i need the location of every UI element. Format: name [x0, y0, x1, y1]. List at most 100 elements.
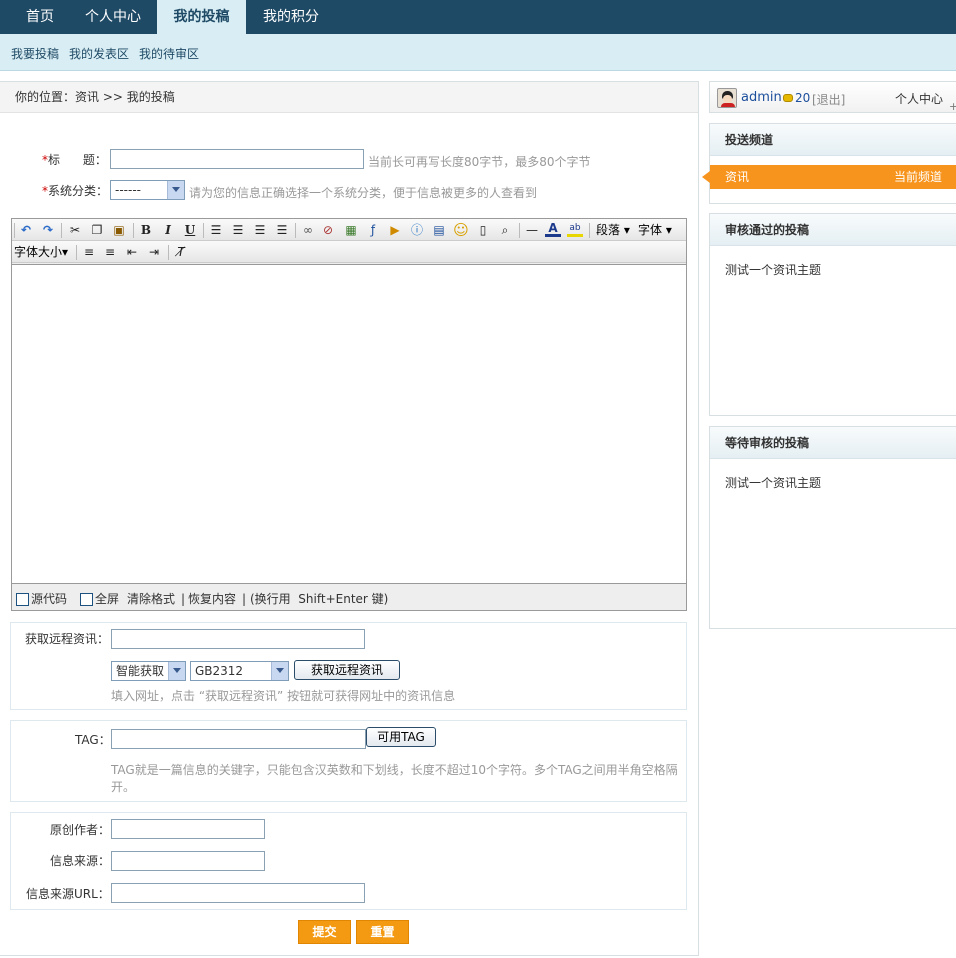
subnav-submit[interactable]: 我要投稿 — [11, 45, 59, 62]
link-icon[interactable]: ∞ — [300, 222, 316, 238]
channel-panel: 投送频道 资讯 当前频道 — [702, 123, 956, 204]
remove-format-icon[interactable]: T̸ — [173, 244, 189, 260]
source-code-label[interactable]: 源代码 — [31, 588, 67, 610]
paragraph-dropdown[interactable]: 段落 ▾ — [596, 222, 630, 238]
subnav-published[interactable]: 我的发表区 — [69, 45, 129, 62]
remote-url-input[interactable] — [111, 629, 365, 649]
title-input[interactable] — [110, 149, 364, 169]
source-input[interactable] — [111, 851, 265, 871]
editor-content-area[interactable] — [12, 264, 686, 584]
breadcrumb: 你的位置：资讯 >> 我的投稿 — [0, 82, 698, 113]
ordered-list-icon[interactable]: ≡ — [81, 244, 97, 260]
align-left-icon[interactable]: ☰ — [208, 222, 224, 238]
editor-toolbar-row-2: 字体大小▾ ≡ ≡ ⇤ ⇥ T̸ — [12, 241, 686, 263]
flash-icon[interactable]: ƒ — [365, 222, 381, 238]
table-icon[interactable]: ▤ — [431, 222, 447, 238]
author-input[interactable] — [111, 819, 265, 839]
remote-hint: 填入网址，点击 “获取远程资讯” 按钮就可获得网址中的资讯信息 — [111, 689, 456, 703]
bold-icon[interactable]: B — [138, 222, 154, 238]
editor-toolbar-row-1: ↶ ↷ ✂ ❐ ▣ B I U ☰ ☰ ☰ ☰ ∞ ⊘ ▦ ƒ ▶ ⓘ ▤ ☺ … — [12, 219, 686, 241]
undo-icon[interactable]: ↶ — [18, 222, 34, 238]
cut-icon[interactable]: ✂ — [67, 222, 83, 238]
align-center-icon[interactable]: ☰ — [230, 222, 246, 238]
source-url-label: 信息来源URL： — [26, 887, 110, 901]
restore-content-link[interactable]: 恢复内容 — [188, 588, 236, 610]
reset-button[interactable]: 重置 — [356, 920, 409, 944]
editor-tip: (换行用 Shift+Enter 键) — [250, 592, 389, 606]
username-link[interactable]: admin — [741, 90, 782, 105]
paste-icon[interactable]: ▣ — [111, 222, 127, 238]
category-hint: 请为您的信息正确选择一个系统分类，便于信息被更多的人查看到 — [189, 186, 538, 200]
tab-my-submissions[interactable]: 我的投稿 — [157, 0, 246, 34]
author-label: 原创作者： — [50, 823, 111, 837]
media-icon[interactable]: ▶ — [387, 222, 403, 238]
top-nav: 首页 个人中心 我的投稿 我的积分 — [0, 0, 956, 34]
image-icon[interactable]: ▦ — [343, 222, 359, 238]
copy-icon[interactable]: ❐ — [89, 222, 105, 238]
submit-button[interactable]: 提交 — [298, 920, 351, 944]
clear-format-link[interactable]: 清除格式 — [127, 588, 175, 610]
pointer-arrow-icon — [702, 171, 710, 183]
sub-nav: 我要投稿 我的发表区 我的待审区 — [0, 34, 956, 71]
channel-current-label: 当前频道 — [893, 170, 942, 184]
fetch-remote-button[interactable]: 获取远程资讯 — [294, 660, 400, 680]
pending-item[interactable]: 测试一个资讯主题 — [725, 474, 821, 491]
rich-text-editor: ↶ ↷ ✂ ❐ ▣ B I U ☰ ☰ ☰ ☰ ∞ ⊘ ▦ ƒ ▶ ⓘ ▤ ☺ … — [11, 218, 687, 611]
info-icon[interactable]: ⓘ — [409, 222, 425, 238]
subnav-pending[interactable]: 我的待审区 — [139, 45, 199, 62]
fetch-mode-select[interactable]: 智能获取 — [111, 661, 186, 681]
chevron-down-icon — [168, 662, 185, 680]
pending-panel: 等待审核的投稿 测试一个资讯主题 — [709, 426, 956, 629]
points-value: 20 — [795, 91, 811, 105]
align-justify-icon[interactable]: ☰ — [274, 222, 290, 238]
user-bar: admin 20 [退出] 个人中心 + — [709, 81, 956, 113]
logout-link[interactable]: [退出] — [812, 91, 845, 108]
font-size-dropdown[interactable]: 字体大小▾ — [14, 244, 68, 260]
horizontal-rule-icon[interactable]: — — [524, 222, 540, 238]
indent-icon[interactable]: ⇥ — [146, 244, 162, 260]
remote-url-label: 获取远程资讯： — [25, 632, 110, 646]
channel-name: 资讯 — [725, 170, 750, 184]
fullscreen-label[interactable]: 全屏 — [95, 588, 119, 610]
chevron-down-icon — [167, 181, 184, 199]
plus-icon[interactable]: + — [949, 100, 956, 113]
approved-item[interactable]: 测试一个资讯主题 — [725, 261, 821, 278]
title-hint: 当前长可再写长度80字节，最多80个字节 — [368, 155, 591, 169]
avatar — [717, 88, 737, 108]
search-icon[interactable]: ⌕ — [497, 222, 513, 238]
tab-user-center[interactable]: 个人中心 — [76, 0, 150, 34]
italic-icon[interactable]: I — [160, 222, 176, 238]
title-label: *标 题： — [42, 153, 107, 167]
category-select[interactable]: ------ — [110, 180, 185, 200]
unordered-list-icon[interactable]: ≡ — [102, 244, 118, 260]
user-center-link[interactable]: 个人中心 — [895, 90, 943, 107]
tag-label: TAG： — [75, 733, 111, 747]
encoding-select[interactable]: GB2312 — [190, 661, 289, 681]
font-color-icon[interactable]: A — [545, 222, 561, 237]
outdent-icon[interactable]: ⇤ — [124, 244, 140, 260]
pending-header: 等待审核的投稿 — [710, 427, 956, 459]
tab-home[interactable]: 首页 — [10, 0, 70, 34]
highlight-color-icon[interactable]: ab — [567, 222, 583, 237]
category-label: *系统分类： — [42, 184, 109, 198]
emoticon-icon[interactable]: ☺ — [453, 222, 469, 238]
align-right-icon[interactable]: ☰ — [252, 222, 268, 238]
approved-header: 审核通过的投稿 — [710, 214, 956, 246]
source-label: 信息来源： — [50, 854, 111, 868]
tab-my-points[interactable]: 我的积分 — [252, 0, 330, 34]
unlink-icon[interactable]: ⊘ — [320, 222, 336, 238]
source-url-input[interactable] — [111, 883, 365, 903]
available-tag-button[interactable]: 可用TAG — [366, 727, 436, 747]
channel-item-news[interactable]: 资讯 当前频道 — [702, 165, 956, 189]
chevron-down-icon — [271, 662, 288, 680]
redo-icon[interactable]: ↷ — [40, 222, 56, 238]
tag-input[interactable] — [111, 729, 366, 749]
source-code-checkbox[interactable] — [16, 593, 29, 606]
template-icon[interactable]: ▯ — [475, 222, 491, 238]
coin-icon — [783, 94, 793, 102]
font-dropdown[interactable]: 字体 ▾ — [638, 222, 672, 238]
fullscreen-checkbox[interactable] — [80, 593, 93, 606]
editor-footer: 源代码 全屏 清除格式 | 恢复内容 | (换行用 Shift+Enter 键) — [12, 588, 686, 610]
underline-icon[interactable]: U — [182, 222, 198, 238]
tag-hint: TAG就是一篇信息的关键字，只能包含汉英数和下划线，长度不超过10个字符。多个T… — [111, 763, 678, 794]
